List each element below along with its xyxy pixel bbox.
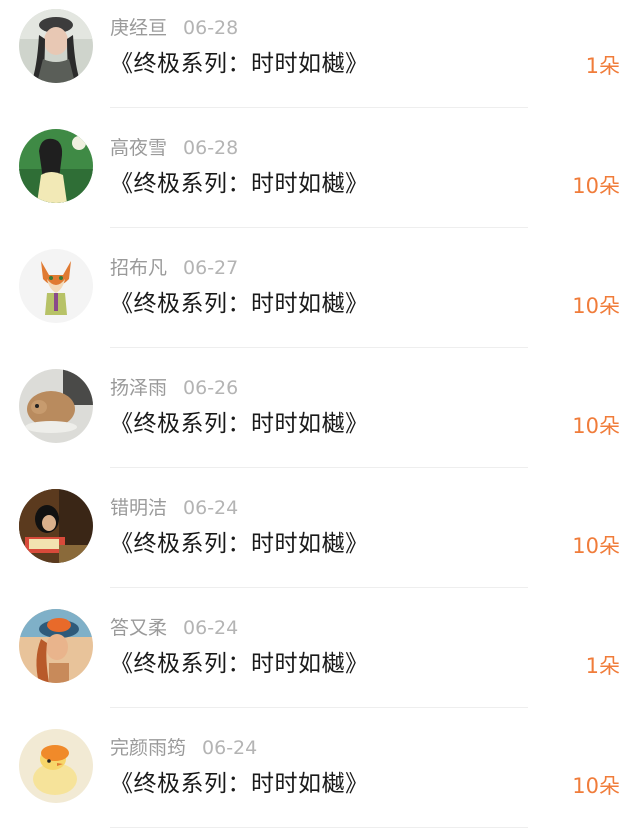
avatar[interactable] (19, 249, 93, 323)
item-title: 《终极系列：时时如樾》 (110, 651, 369, 677)
list-item[interactable]: 完颜雨筠 06-24 《终极系列：时时如樾》 10朵 (0, 720, 640, 840)
divider (110, 467, 528, 468)
item-meta: 答又柔 06-24 (110, 616, 238, 640)
item-meta: 扬泽雨 06-26 (110, 376, 238, 400)
list-item[interactable]: 庚经亘 06-28 《终极系列：时时如樾》 1朵 (0, 0, 640, 120)
user-name: 庚经亘 (110, 17, 168, 39)
divider (110, 347, 528, 348)
avatar[interactable] (19, 609, 93, 683)
user-name: 招布凡 (110, 257, 168, 279)
item-date: 06-28 (183, 137, 239, 159)
list-item[interactable]: 错明洁 06-24 《终极系列：时时如樾》 10朵 (0, 480, 640, 600)
item-title: 《终极系列：时时如樾》 (110, 531, 369, 557)
divider (110, 107, 528, 108)
item-title: 《终极系列：时时如樾》 (110, 291, 369, 317)
gift-amount: 10朵 (572, 414, 620, 438)
item-meta: 完颜雨筠 06-24 (110, 736, 257, 760)
list-item[interactable]: 扬泽雨 06-26 《终极系列：时时如樾》 10朵 (0, 360, 640, 480)
divider (110, 587, 528, 588)
user-name: 完颜雨筠 (110, 737, 187, 759)
item-meta: 庚经亘 06-28 (110, 16, 238, 40)
item-date: 06-24 (202, 737, 258, 759)
avatar[interactable] (19, 129, 93, 203)
avatar[interactable] (19, 489, 93, 563)
item-meta: 高夜雪 06-28 (110, 136, 238, 160)
item-title: 《终极系列：时时如樾》 (110, 771, 369, 797)
gift-amount: 10朵 (572, 534, 620, 558)
item-date: 06-27 (183, 257, 239, 279)
avatar[interactable] (19, 9, 93, 83)
gift-amount: 10朵 (572, 774, 620, 798)
item-title: 《终极系列：时时如樾》 (110, 171, 369, 197)
divider (110, 827, 528, 828)
list-item[interactable]: 答又柔 06-24 《终极系列：时时如樾》 1朵 (0, 600, 640, 720)
list-item[interactable]: 招布凡 06-27 《终极系列：时时如樾》 10朵 (0, 240, 640, 360)
list-item[interactable]: 高夜雪 06-28 《终极系列：时时如樾》 10朵 (0, 120, 640, 240)
gift-amount: 1朵 (585, 54, 620, 78)
gift-list: 庚经亘 06-28 《终极系列：时时如樾》 1朵 高夜雪 06-28 《终极系列：时… (0, 0, 640, 840)
item-date: 06-24 (183, 617, 239, 639)
avatar[interactable] (19, 369, 93, 443)
divider (110, 227, 528, 228)
item-date: 06-26 (183, 377, 239, 399)
item-title: 《终极系列：时时如樾》 (110, 51, 369, 77)
item-date: 06-24 (183, 497, 239, 519)
item-title: 《终极系列：时时如樾》 (110, 411, 369, 437)
user-name: 高夜雪 (110, 137, 168, 159)
user-name: 答又柔 (110, 617, 168, 639)
item-meta: 错明洁 06-24 (110, 496, 238, 520)
avatar[interactable] (19, 729, 93, 803)
gift-amount: 10朵 (572, 294, 620, 318)
item-meta: 招布凡 06-27 (110, 256, 238, 280)
user-name: 扬泽雨 (110, 377, 168, 399)
gift-amount: 1朵 (585, 654, 620, 678)
item-date: 06-28 (183, 17, 239, 39)
user-name: 错明洁 (110, 497, 168, 519)
divider (110, 707, 528, 708)
gift-amount: 10朵 (572, 174, 620, 198)
